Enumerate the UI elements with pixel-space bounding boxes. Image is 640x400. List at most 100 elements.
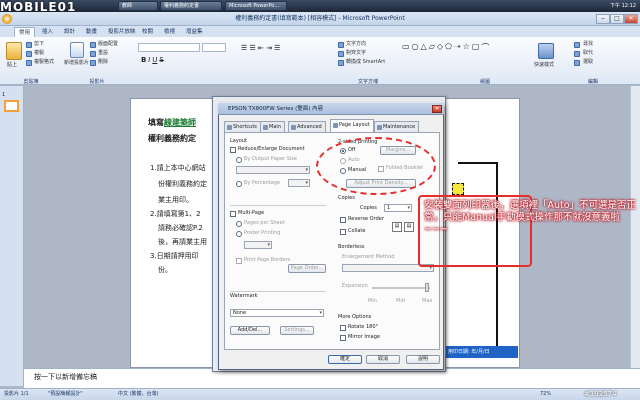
- taskbar-item[interactable]: 權利義務約定書: [160, 1, 222, 11]
- reset-button[interactable]: 重設: [98, 50, 108, 57]
- select-button[interactable]: 選取: [583, 59, 593, 66]
- taskbar-item[interactable]: Microsoft PowerPo...: [225, 1, 287, 11]
- tab-insert[interactable]: 插入: [38, 27, 57, 37]
- replace-button[interactable]: 取代: [583, 50, 593, 57]
- notes-placeholder: 按一下以新增備忘稿: [34, 373, 97, 381]
- group-label-slides: 投影片: [89, 79, 105, 85]
- expansion-min-label: Min: [368, 298, 377, 304]
- collate-preview-icon: ▤: [392, 222, 402, 232]
- dialog-tab-main[interactable]: Main: [260, 121, 285, 132]
- font-family-select[interactable]: [138, 43, 200, 52]
- slide-item: 2.請填寫第1、2: [150, 210, 201, 218]
- expansion-slider[interactable]: [372, 287, 430, 289]
- multi-page-label: Multi-Page: [238, 210, 265, 216]
- cancel-button[interactable]: 取消: [366, 355, 400, 364]
- tab-design[interactable]: 設計: [60, 27, 79, 37]
- status-language: 中文 (繁體，台灣): [118, 391, 159, 397]
- tab-slideshow[interactable]: 投影片放映: [104, 27, 140, 37]
- status-slide: 投影片 1/1: [4, 391, 29, 397]
- reverse-order-label: Reverse Order: [348, 216, 384, 222]
- dialog-tab-shortcuts[interactable]: Shortcuts: [224, 121, 261, 132]
- dialog-tab-maintenance[interactable]: Maintenance: [374, 121, 420, 132]
- cut-button[interactable]: 剪下: [34, 41, 44, 48]
- help-button[interactable]: 說明: [406, 355, 440, 364]
- expansion-mid-label: Mid: [396, 298, 405, 304]
- layout-button[interactable]: 版面配置: [98, 41, 118, 48]
- font-size-select[interactable]: [202, 43, 226, 52]
- tab-addins[interactable]: 增益集: [182, 27, 207, 37]
- watermark-select[interactable]: None: [230, 309, 324, 317]
- align-text-button[interactable]: 對齊文字: [346, 50, 366, 57]
- dialog-close-button[interactable]: ✕: [432, 105, 442, 113]
- mirror-checkbox[interactable]: [340, 335, 346, 341]
- page-layout-icon: [333, 123, 338, 128]
- minimize-button[interactable]: ‒: [596, 14, 610, 24]
- pages-select[interactable]: [244, 241, 272, 249]
- tab-view[interactable]: 檢視: [160, 27, 179, 37]
- poster-radio[interactable]: [236, 231, 242, 237]
- shapes-gallery[interactable]: ▭ ○ △ ▱ ◇ ⬠ ➝ ☆ ▢ ⌒: [402, 42, 492, 74]
- watermark-settings-button[interactable]: Settings...: [280, 326, 314, 335]
- status-theme: "預設簡報設計": [48, 391, 83, 397]
- dialog-tab-page-layout[interactable]: Page Layout: [330, 119, 374, 132]
- reduce-checkbox[interactable]: [230, 147, 236, 153]
- slide-item: 1.請上本中心網站: [150, 164, 206, 172]
- close-button[interactable]: ✕: [624, 14, 638, 24]
- collate-checkbox[interactable]: [340, 229, 346, 235]
- ok-button[interactable]: 確定: [328, 355, 362, 364]
- maximize-button[interactable]: □: [610, 14, 624, 24]
- smartart-icon: [338, 60, 344, 66]
- slide-link: 線建築師: [164, 118, 196, 127]
- tab-review[interactable]: 校閱: [138, 27, 157, 37]
- tab-animation[interactable]: 動畫: [82, 27, 101, 37]
- align-text-icon: [338, 51, 344, 57]
- print-borders-checkbox[interactable]: [236, 258, 242, 264]
- slide-yellow-shape[interactable]: [452, 183, 464, 195]
- output-size-select[interactable]: [236, 166, 310, 174]
- percentage-spinner[interactable]: [288, 179, 310, 187]
- watermark-add-button[interactable]: Add/Del...: [230, 326, 270, 335]
- taskbar-item[interactable]: 教師: [118, 1, 158, 11]
- dialog-tab-advanced[interactable]: Advanced: [288, 121, 326, 132]
- text-direction-button[interactable]: 文字方向: [346, 41, 366, 48]
- multi-page-checkbox[interactable]: [230, 211, 236, 217]
- group-label-clipboard: 剪貼簿: [23, 79, 39, 85]
- new-slide-icon[interactable]: [70, 42, 84, 58]
- page-order-button[interactable]: Page Order...: [288, 264, 326, 273]
- percentage-radio[interactable]: [236, 181, 242, 187]
- slide-date-bar[interactable]: 用印日期: 年/月/日: [446, 346, 518, 358]
- quick-styles-icon[interactable]: [538, 43, 554, 59]
- slide-number: 1: [2, 92, 6, 98]
- slide-line2: 權利義務約定: [148, 134, 196, 143]
- borderless-header: Borderless: [338, 244, 365, 250]
- pages-per-sheet-radio[interactable]: [236, 221, 242, 227]
- collate-label: Collate: [348, 228, 366, 234]
- find-button[interactable]: 尋找: [583, 41, 593, 48]
- rotate-checkbox[interactable]: [340, 325, 346, 331]
- slide-item: 請務必確認P.2: [158, 224, 203, 232]
- quick-styles-button[interactable]: 快速樣式: [534, 62, 554, 69]
- new-slide-button[interactable]: 新增投影片: [64, 60, 89, 67]
- expansion-slider-thumb[interactable]: [425, 283, 429, 292]
- output-size-radio[interactable]: [236, 157, 242, 163]
- replace-icon: [574, 51, 580, 57]
- paste-button[interactable]: 貼上: [7, 62, 17, 69]
- tab-home[interactable]: 常用: [14, 27, 36, 37]
- post-id-watermark: #192574: [584, 390, 617, 398]
- copies-input[interactable]: 1: [384, 204, 412, 212]
- font-format-buttons[interactable]: B I U S: [138, 55, 226, 64]
- reverse-order-checkbox[interactable]: [340, 217, 346, 223]
- smartart-button[interactable]: 轉換成 SmartArt: [346, 59, 385, 66]
- paragraph-buttons[interactable]: ☰ ☰ ⇤ ⇥ ☰: [240, 43, 338, 52]
- zoom-level[interactable]: 72%: [540, 389, 551, 399]
- divider: [230, 291, 326, 292]
- format-painter-button[interactable]: 複製格式: [34, 59, 54, 66]
- watermark-header: Watermark: [230, 293, 258, 299]
- paste-icon[interactable]: [6, 42, 22, 60]
- reset-icon: [90, 51, 96, 57]
- output-size-label: By Output Paper Size: [244, 156, 297, 162]
- delete-button[interactable]: 刪除: [98, 59, 108, 66]
- slide-thumbnail[interactable]: [4, 100, 19, 112]
- copy-button[interactable]: 複製: [34, 50, 44, 57]
- slide-item: 份。: [158, 266, 172, 274]
